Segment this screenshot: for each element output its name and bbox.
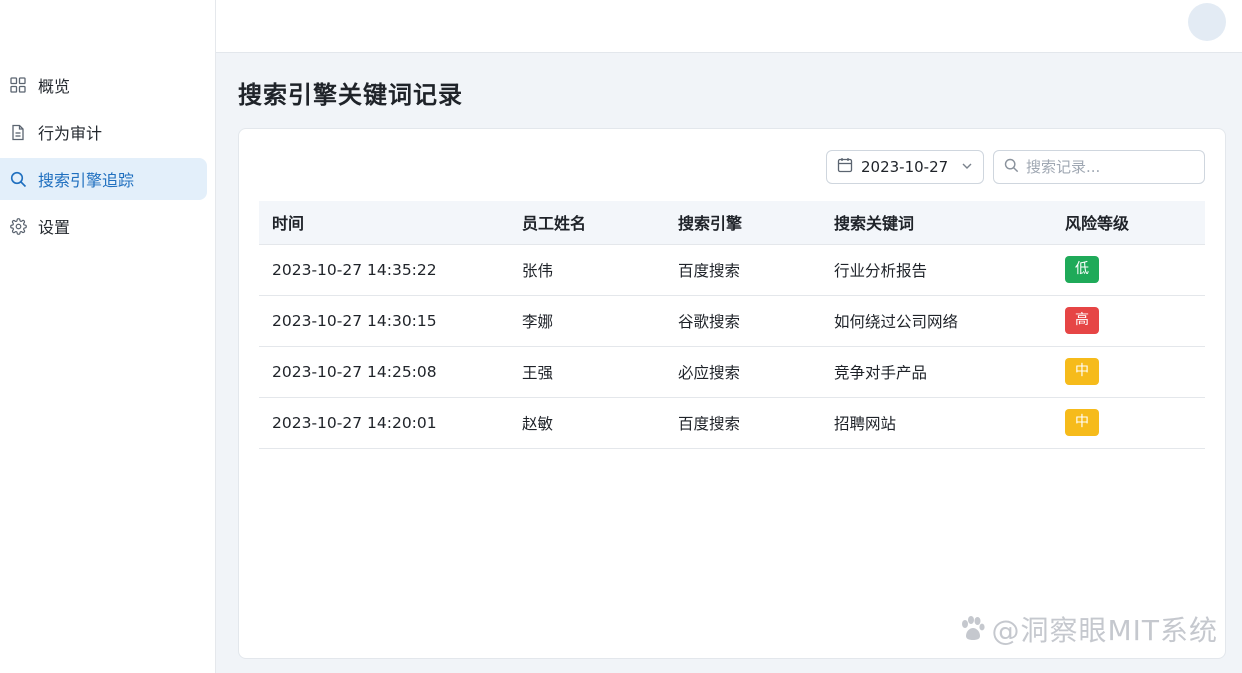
cell-risk: 低 [1052, 244, 1205, 296]
risk-badge: 中 [1065, 409, 1099, 436]
sidebar-item-label: 搜索引擎追踪 [38, 171, 135, 190]
calendar-icon [837, 157, 853, 177]
sidebar-item-search-tracking[interactable]: 搜索引擎追踪 [0, 158, 207, 200]
cell-engine: 百度搜索 [665, 397, 821, 449]
sidebar-item-label: 行为审计 [38, 124, 103, 143]
cell-time: 2023-10-27 14:25:08 [259, 346, 509, 398]
sidebar-item-overview[interactable]: 概览 [0, 64, 207, 106]
watermark: @洞察眼MIT系统 [957, 609, 1218, 649]
search-box[interactable] [993, 150, 1205, 184]
avatar[interactable] [1188, 3, 1226, 41]
cell-keyword: 招聘网站 [821, 397, 1052, 449]
sidebar: 概览 行为审计 搜索引擎追踪 设置 [0, 0, 216, 673]
cell-keyword: 行业分析报告 [821, 244, 1052, 296]
risk-badge: 低 [1065, 256, 1099, 283]
paw-logo-icon [957, 614, 987, 644]
cell-time: 2023-10-27 14:35:22 [259, 244, 509, 296]
table-row[interactable]: 2023-10-27 14:25:08 王强 必应搜索 竞争对手产品 中 [259, 346, 1205, 398]
table-row[interactable]: 2023-10-27 14:35:22 张伟 百度搜索 行业分析报告 低 [259, 244, 1205, 296]
gear-icon [9, 217, 27, 235]
cell-keyword: 如何绕过公司网络 [821, 295, 1052, 347]
cell-risk: 高 [1052, 295, 1205, 347]
table-row[interactable]: 2023-10-27 14:20:01 赵敏 百度搜索 招聘网站 中 [259, 397, 1205, 449]
file-icon [9, 123, 27, 141]
grid-icon [9, 76, 27, 94]
sidebar-item-behavior-audit[interactable]: 行为审计 [0, 111, 207, 153]
top-header [216, 0, 1242, 53]
main-content: 搜索引擎关键词记录 2023-10-27 搜索记录... 时间 员工姓名 搜索引… [216, 53, 1242, 673]
app-window: 概览 行为审计 搜索引擎追踪 设置 搜索引擎关键词记录 2023-10-27 搜… [0, 0, 1242, 673]
chevron-down-icon [961, 158, 973, 176]
cell-engine: 谷歌搜索 [665, 295, 821, 347]
records-table: 时间 员工姓名 搜索引擎 搜索关键词 风险等级 2023-10-27 14:35… [259, 201, 1205, 449]
watermark-text: @洞察眼MIT系统 [991, 614, 1218, 647]
cell-employee: 赵敏 [509, 397, 665, 449]
date-picker[interactable]: 2023-10-27 [826, 150, 984, 184]
search-input[interactable] [1026, 158, 1196, 176]
cell-risk: 中 [1052, 346, 1205, 398]
search-icon [1004, 158, 1019, 177]
page-title: 搜索引擎关键词记录 [238, 81, 463, 109]
cell-employee: 王强 [509, 346, 665, 398]
sidebar-item-settings[interactable]: 设置 [0, 205, 207, 247]
table-row[interactable]: 2023-10-27 14:30:15 李娜 谷歌搜索 如何绕过公司网络 高 [259, 295, 1205, 347]
sidebar-nav: 概览 行为审计 搜索引擎追踪 设置 [0, 64, 216, 252]
column-header-risk[interactable]: 风险等级 [1052, 201, 1205, 244]
cell-employee: 张伟 [509, 244, 665, 296]
risk-badge: 高 [1065, 307, 1099, 334]
date-value: 2023-10-27 [861, 158, 949, 176]
filter-toolbar: 2023-10-27 [826, 150, 1205, 184]
cell-engine: 百度搜索 [665, 244, 821, 296]
sidebar-item-label: 设置 [38, 218, 71, 237]
cell-time: 2023-10-27 14:20:01 [259, 397, 509, 449]
risk-badge: 中 [1065, 358, 1099, 385]
column-header-engine[interactable]: 搜索引擎 [665, 201, 821, 244]
search-icon [9, 170, 27, 188]
table-body: 2023-10-27 14:35:22 张伟 百度搜索 行业分析报告 低 202… [259, 244, 1205, 449]
cell-employee: 李娜 [509, 295, 665, 347]
cell-risk: 中 [1052, 397, 1205, 449]
column-header-keyword[interactable]: 搜索关键词 [821, 201, 1052, 244]
records-card: 2023-10-27 搜索记录... 时间 员工姓名 搜索引擎 搜索关键词 风险… [238, 128, 1226, 659]
column-header-employee[interactable]: 员工姓名 [509, 201, 665, 244]
table-header: 时间 员工姓名 搜索引擎 搜索关键词 风险等级 [259, 201, 1205, 244]
sidebar-item-label: 概览 [38, 77, 71, 96]
cell-time: 2023-10-27 14:30:15 [259, 295, 509, 347]
cell-keyword: 竞争对手产品 [821, 346, 1052, 398]
column-header-time[interactable]: 时间 [259, 201, 509, 244]
cell-engine: 必应搜索 [665, 346, 821, 398]
